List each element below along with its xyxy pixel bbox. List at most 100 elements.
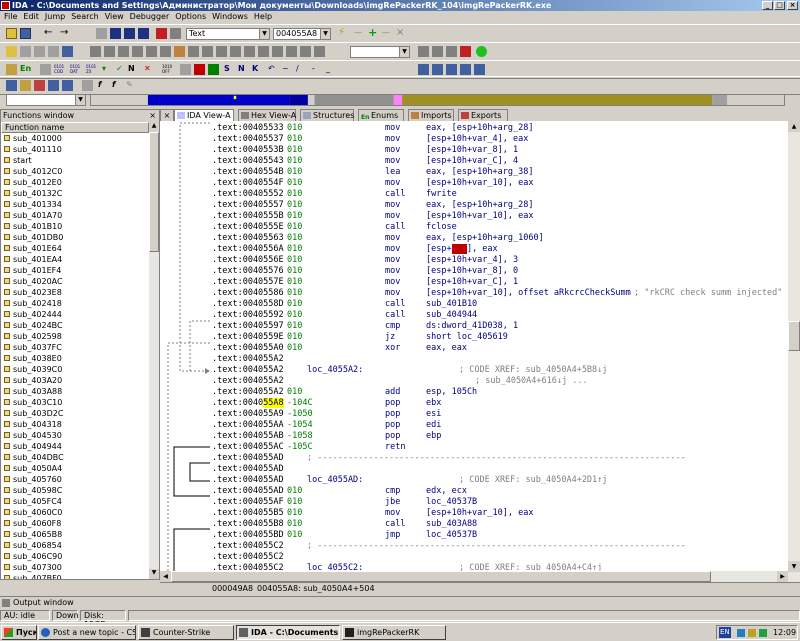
debug3-icon[interactable] [446, 46, 457, 57]
title-bar[interactable]: IDA - C:\Documents and Settings\Админист… [0, 0, 800, 11]
debug-icon[interactable] [418, 46, 429, 57]
function-list-item[interactable]: sub_407300 [1, 562, 149, 573]
function-list-item[interactable]: sub_4024BC [1, 320, 149, 331]
menu-debugger[interactable]: Debugger [130, 12, 170, 21]
open-icon[interactable] [6, 28, 17, 39]
sig-icon[interactable] [188, 46, 199, 57]
calls-icon[interactable] [244, 46, 255, 57]
array-icon[interactable]: ▾ [102, 64, 113, 75]
function-list-item[interactable]: sub_401B10 [1, 221, 149, 232]
layout-icon[interactable] [418, 64, 429, 75]
type-icon[interactable] [202, 46, 213, 57]
disassembly-line[interactable]: .text:0040559E 010 jz short loc_405619 [160, 332, 788, 343]
disassembly-line[interactable]: .text:004055A2 loc_4055A2: ; CODE XREF: su… [160, 365, 788, 376]
nav-band-lib[interactable] [289, 95, 308, 105]
tab-ida-view-a[interactable]: IDA View-A [174, 109, 234, 121]
address-select[interactable]: 004055A8 ▼ [273, 28, 331, 40]
menu-view[interactable]: View [105, 12, 124, 21]
sections-icon[interactable] [272, 46, 283, 57]
data-icon[interactable]: 0101 DAT [70, 64, 82, 75]
find-icon[interactable] [110, 28, 121, 39]
scroll-thumb[interactable] [788, 321, 800, 351]
function-list-item[interactable]: sub_401E64 [1, 243, 149, 254]
delete-icon[interactable]: ✕ [144, 64, 155, 75]
function-list-item[interactable]: sub_40132C [1, 188, 149, 199]
function-list-item[interactable]: sub_4050A4 [1, 463, 149, 474]
network-icon[interactable] [737, 629, 745, 637]
menu-edit[interactable]: Edit [23, 12, 39, 21]
nav-band-unexplored[interactable] [402, 95, 713, 105]
function-list-item[interactable]: sub_401DB0 [1, 232, 149, 243]
disassembly-line[interactable]: .text:0040557E 010 mov [esp+10h+var_C], 1 [160, 277, 788, 288]
disassembly-line[interactable]: .text:004055AA -1054 pop edi [160, 420, 788, 431]
grid3-icon[interactable] [48, 46, 59, 57]
curve-icon[interactable]: ↶ [268, 64, 279, 75]
function-list-item[interactable]: sub_401A70 [1, 210, 149, 221]
tab-exports[interactable]: Exports [458, 109, 508, 121]
structs-icon[interactable] [286, 46, 297, 57]
menu-file[interactable]: File [4, 12, 17, 21]
function-list-item[interactable]: sub_401334 [1, 199, 149, 210]
lightning-icon[interactable]: ⚡ [338, 28, 349, 39]
disassembly-line[interactable]: .text:00405543 010 mov [esp+10h+var_C], 4 [160, 156, 788, 167]
tab-close[interactable]: × [160, 109, 174, 121]
strings-icon[interactable] [174, 46, 185, 57]
language-indicator[interactable]: EN [719, 627, 731, 638]
ida-app-icon[interactable] [1, 1, 10, 10]
function-list-item[interactable]: sub_4065B8 [1, 529, 149, 540]
disassembly-line[interactable]: .text:004055AD loc_4055AD: ; CODE XREF: su… [160, 475, 788, 486]
graph3-icon[interactable] [34, 80, 45, 91]
disassembly-line[interactable]: .text:004055A2 [160, 354, 788, 365]
grid-icon[interactable] [20, 46, 31, 57]
disassembly-line[interactable]: .text:00405552 010 call fwrite [160, 189, 788, 200]
function-list-item[interactable]: sub_4038E0 [1, 353, 149, 364]
function-list-item[interactable]: sub_403C10 [1, 397, 149, 408]
disassembly-hscrollbar[interactable]: ◀ ▶ [160, 571, 788, 582]
chevron-down-icon[interactable]: ▼ [399, 47, 409, 57]
tray-app-icon[interactable] [759, 629, 767, 637]
function-list-item[interactable]: sub_4020AC [1, 276, 149, 287]
edit-icon[interactable] [6, 64, 17, 75]
function-list-item[interactable]: sub_4012C0 [1, 166, 149, 177]
seg-icon[interactable] [132, 46, 143, 57]
scroll-right-icon[interactable]: ▶ [777, 571, 788, 582]
find-code-icon[interactable] [156, 28, 167, 39]
function-list-item[interactable]: sub_405760 [1, 474, 149, 485]
function-list-scrollbar[interactable]: ▲ ▼ [149, 122, 159, 579]
start-button[interactable]: Пуск [1, 625, 37, 640]
add-icon[interactable]: + [368, 27, 379, 39]
function-list-item[interactable]: sub_407BF0 [1, 573, 149, 579]
function-list-item[interactable]: sub_403D2C [1, 408, 149, 419]
mode-select[interactable]: Text ▼ [186, 28, 270, 40]
function-list-item[interactable]: sub_4012E0 [1, 177, 149, 188]
segment-icon[interactable]: S [224, 64, 235, 75]
offset-icon[interactable]: 1010 OFF [162, 64, 176, 75]
xrefs-icon[interactable] [230, 46, 241, 57]
disassembly-line[interactable]: .text:00405576 010 mov [esp+10h+var_8], 0 [160, 266, 788, 277]
disassembly-line[interactable]: .text:004055C2 ; ------------------------… [160, 541, 788, 552]
func-icon[interactable]: f [98, 80, 109, 91]
taskbar-button-counter-strike[interactable]: Counter-Strike [138, 625, 234, 640]
taskbar-button-ida[interactable]: IDA - C:\Documents a... [236, 625, 340, 640]
function-list-item[interactable]: sub_4023E8 [1, 287, 149, 298]
disassembly-line[interactable]: .text:004055A9 -1050 pop esi [160, 409, 788, 420]
menu-help[interactable]: Help [254, 12, 272, 21]
menu-jump[interactable]: Jump [45, 12, 65, 21]
stack-icon[interactable] [104, 46, 115, 57]
minus2-icon[interactable]: - [312, 64, 323, 75]
disassembly-line[interactable]: .text:004055AD ; ------------------------… [160, 453, 788, 464]
maximize-button[interactable]: □ [774, 1, 785, 10]
code-icon[interactable]: 0101 COD [54, 64, 66, 75]
remove-icon[interactable]: — [354, 28, 365, 39]
layout5-icon[interactable] [474, 64, 485, 75]
zx-icon[interactable]: 0101 ZX [86, 64, 98, 75]
taskbar-button-imgrepacker[interactable]: imgRePackerRK [342, 625, 446, 640]
undefine-icon[interactable]: ✓ [116, 64, 127, 75]
load-icon[interactable] [6, 46, 17, 57]
tag-icon[interactable]: ✎ [126, 80, 137, 91]
function-list-item[interactable]: sub_403A20 [1, 375, 149, 386]
scroll-down-icon[interactable]: ▼ [149, 569, 159, 579]
taskbar-button-browser[interactable]: Post a new topic - CSma... [38, 625, 136, 640]
func2-icon[interactable]: f [112, 80, 123, 91]
disassembly-line[interactable]: .text:0040555E 010 call fclose [160, 222, 788, 233]
